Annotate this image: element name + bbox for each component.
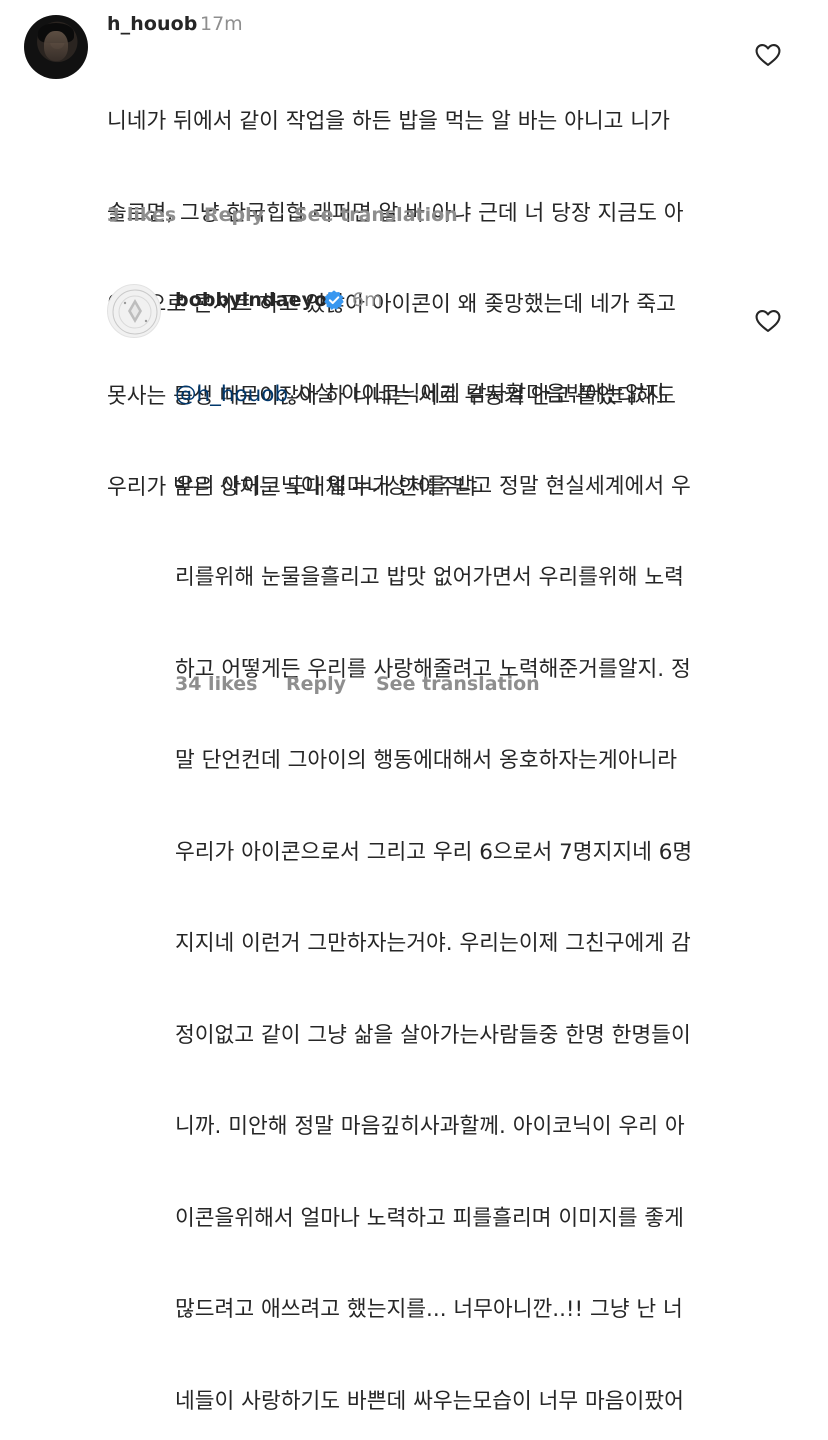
comment-timestamp: 6m <box>352 289 383 311</box>
comment-line: @h_houob 사실 아이코닉에게 감사할마음밖에는없지 <box>175 380 692 411</box>
avatar-emblem-icon <box>112 289 158 335</box>
see-translation-button[interactable]: See translation <box>294 204 458 226</box>
avatar-face <box>44 31 68 61</box>
heart-outline-icon[interactable] <box>754 307 782 335</box>
reply-button[interactable]: Reply <box>204 204 264 226</box>
likes-count[interactable]: 3 likes <box>107 204 176 226</box>
comment-line: 니네가 뒤에서 같이 작업을 하든 밥을 먹는 알 바는 아니고 니가 <box>107 109 670 134</box>
comment-line-rest: 사실 아이코닉에게 감사할마음밖에는없지 <box>288 382 665 407</box>
comment-line: 이콘을위해서 얼마나 노력하고 피를흘리며 이미지를 좋게 <box>175 1205 684 1231</box>
comment-line: 정이없고 같이 그냥 삶을 살아가는사람들중 한명 한명들이 <box>175 1022 691 1048</box>
see-translation-button[interactable]: See translation <box>376 673 540 695</box>
comment-username[interactable]: h_houob <box>107 13 198 35</box>
reply-button[interactable]: Reply <box>286 673 346 695</box>
comment-line: 우리 아이코닉이 얼마나상처를 받고 정말 현실세계에서 우 <box>175 473 691 499</box>
comment-timestamp: 17m <box>200 13 243 35</box>
heart-outline-icon[interactable] <box>754 41 782 69</box>
comment-username[interactable]: bobbyindaeyo <box>175 289 327 311</box>
comment-line: 우리가 아이콘으로서 그리고 우리 6으로서 7명지지네 6명 <box>175 839 693 865</box>
avatar[interactable] <box>107 284 161 338</box>
comment-line: 지지네 이런거 그만하자는거야. 우리는이제 그친구에게 감 <box>175 931 691 956</box>
comment-line: 리를위해 눈물을흘리고 밥맛 없어가면서 우리를위해 노력 <box>175 565 684 590</box>
comment-text: @h_houob 사실 아이코닉에게 감사할마음밖에는없지 우리 아이코닉이 얼… <box>175 319 692 1440</box>
comment-line: 니까. 미안해 정말 마음깊히사과할께. 아이코닉이 우리 아 <box>175 1114 685 1139</box>
comment-line: 말 단언컨데 그아이의 행동에대해서 옹호하자는게아니라 <box>175 748 678 773</box>
verified-badge-icon <box>324 290 344 310</box>
comment-line: 네들이 사랑하기도 바쁜데 싸우는모습이 너무 마음이팠어 <box>175 1388 684 1414</box>
comment-line: 많드려고 애쓰려고 했는지를... 너무아니깐..!! 그냥 난 너 <box>175 1297 683 1322</box>
avatar[interactable] <box>24 15 88 79</box>
mention-link[interactable]: @h_houob <box>175 382 288 407</box>
likes-count[interactable]: 34 likes <box>175 673 257 695</box>
